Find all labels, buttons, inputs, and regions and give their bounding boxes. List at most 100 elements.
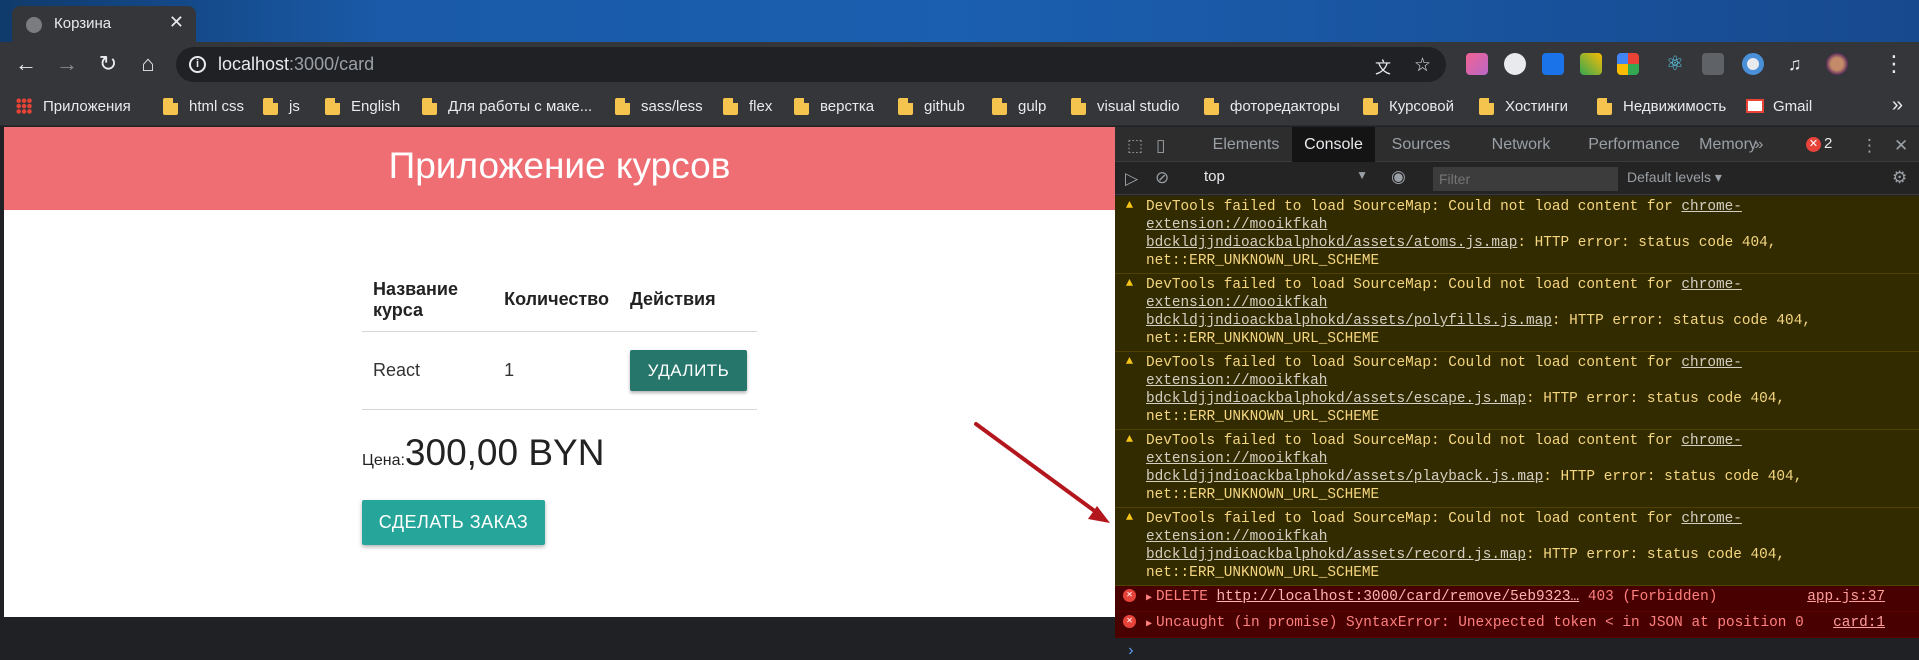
devtools-panel: ⬚ ▯ Elements Console Sources Network Perform…	[1115, 127, 1919, 660]
console-filter-input[interactable]	[1433, 167, 1618, 191]
delete-button[interactable]: УДАЛИТЬ	[630, 349, 747, 391]
warning-icon: ▲	[1125, 354, 1134, 368]
error-count[interactable]: 2	[1824, 135, 1832, 152]
tab-console[interactable]: Console	[1292, 127, 1375, 162]
forward-icon[interactable]: →	[53, 50, 81, 78]
reload-icon[interactable]: ↻	[94, 50, 122, 78]
console-settings-gear-icon[interactable]: ⚙	[1892, 168, 1907, 188]
error-icon: ✕	[1123, 615, 1136, 628]
bookmark-item[interactable]: html css	[163, 96, 244, 116]
warning-text: net::ERR_UNKNOWN_URL_SCHEME	[1146, 331, 1380, 347]
bookmark-label: Курсовой	[1389, 97, 1454, 115]
clear-console-icon[interactable]: ⊘	[1155, 168, 1169, 188]
chat-extension-icon[interactable]	[1504, 53, 1526, 75]
browser-tab[interactable]: Корзина ✕	[12, 6, 196, 42]
avatar[interactable]	[1826, 53, 1848, 75]
tab-elements[interactable]: Elements	[1207, 127, 1285, 162]
source-location-link[interactable]: card:1	[1833, 614, 1885, 632]
more-tabs-icon[interactable]: »	[1747, 127, 1771, 162]
bookmark-item[interactable]: gulp	[992, 96, 1046, 116]
folder-icon	[263, 97, 278, 115]
bookmark-label: Gmail	[1773, 97, 1813, 115]
expand-triangle-icon[interactable]: ▶	[1146, 593, 1152, 604]
address-text[interactable]: localhost:3000/card	[218, 54, 374, 75]
address-bar[interactable]: i localhost:3000/card 文 ☆	[176, 47, 1446, 82]
source-link[interactable]: bdckldjjndioackbalphokd/assets/escape.js…	[1146, 391, 1526, 407]
request-url-link[interactable]: http://localhost:3000/card/remove/5eb932…	[1216, 589, 1579, 605]
close-devtools-icon[interactable]: ✕	[1894, 136, 1908, 156]
source-link[interactable]: bdckldjjndioackbalphokd/assets/polyfills…	[1146, 313, 1552, 329]
react-devtools-icon[interactable]: ⚛	[1664, 53, 1686, 75]
devtools-tabbar: ⬚ ▯ Elements Console Sources Network Perform…	[1115, 127, 1919, 162]
translate-icon[interactable]: 文	[1375, 54, 1391, 78]
settings-menu-icon[interactable]: ⋮	[1861, 136, 1878, 156]
bookmark-item[interactable]: sass/less	[615, 96, 703, 116]
translate-extension-icon[interactable]	[1542, 53, 1564, 75]
device-toolbar-icon[interactable]: ▯	[1156, 136, 1165, 156]
eyedropper-extension-icon[interactable]	[1580, 53, 1602, 75]
tab-performance[interactable]: Performance	[1581, 127, 1687, 162]
console-error[interactable]: ✕ ▶ Uncaught (in promise) SyntaxError: Une…	[1115, 612, 1919, 638]
bookmark-item[interactable]: Приложения	[16, 96, 131, 116]
bookmark-label: html css	[189, 97, 245, 115]
bookmark-item[interactable]: js	[263, 96, 300, 116]
expand-triangle-icon[interactable]: ▶	[1146, 619, 1152, 630]
tab-sources[interactable]: Sources	[1377, 127, 1465, 162]
console-prompt[interactable]: ›	[1115, 638, 1919, 660]
warning-text: net::ERR_UNKNOWN_URL_SCHEME	[1146, 253, 1380, 269]
folder-icon	[794, 97, 809, 115]
back-icon[interactable]: ←	[12, 50, 40, 78]
console-output[interactable]: ▲ DevTools failed to load SourceMap: Coul…	[1115, 196, 1919, 660]
apps-grid-icon	[16, 98, 32, 114]
close-icon[interactable]: ✕	[169, 12, 184, 33]
bookmark-item[interactable]: фоторедакторы	[1204, 96, 1340, 116]
page-viewport: Приложение курсов Название курса Количес…	[4, 127, 1115, 617]
media-icon[interactable]: ♫	[1788, 53, 1810, 75]
more-bookmarks-icon[interactable]: »	[1892, 94, 1903, 117]
tab-title: Корзина	[54, 15, 112, 32]
source-link[interactable]: bdckldjjndioackbalphokd/assets/playback.…	[1146, 469, 1543, 485]
extension-icon[interactable]	[1742, 53, 1764, 75]
bookmarks-bar: Приложения html css js English Для работы с …	[0, 87, 1919, 126]
star-icon[interactable]: ☆	[1414, 54, 1431, 77]
sidebar-toggle-icon[interactable]: ▷	[1125, 169, 1138, 189]
course-name: React	[362, 331, 494, 410]
column-header: Количество	[493, 269, 619, 332]
bookmark-item[interactable]: Курсовой	[1363, 96, 1454, 116]
bookmark-item[interactable]: Хостинги	[1479, 96, 1568, 116]
bookmark-item[interactable]: github	[898, 96, 965, 116]
gmail-icon	[1746, 99, 1764, 113]
warning-text: : HTTP error: status code 404,	[1543, 469, 1803, 485]
extension-icon[interactable]	[1702, 53, 1724, 75]
bookmark-item[interactable]: English	[325, 96, 400, 116]
bookmark-label: github	[924, 97, 965, 115]
source-link[interactable]: bdckldjjndioackbalphokd/assets/record.js…	[1146, 547, 1526, 563]
extension-icon[interactable]	[1466, 53, 1488, 75]
bookmark-item[interactable]: Недвижимость	[1597, 96, 1726, 116]
source-location-link[interactable]: app.js:37	[1807, 588, 1885, 606]
bookmark-item[interactable]: верстка	[794, 96, 874, 116]
folder-icon	[1597, 97, 1612, 115]
warning-icon: ▲	[1125, 198, 1134, 212]
console-error[interactable]: ✕ ▶ DELETE http://localhost:3000/card/remo…	[1115, 586, 1919, 612]
live-expression-eye-icon[interactable]: ◉	[1391, 167, 1406, 187]
context-select[interactable]: top ▼	[1204, 168, 1374, 190]
error-badge-icon[interactable]: ✕	[1806, 137, 1821, 152]
log-levels-dropdown[interactable]: Default levels ▾	[1627, 169, 1722, 186]
bookmark-item[interactable]: visual studio	[1071, 96, 1180, 116]
source-link[interactable]: bdckldjjndioackbalphokd/assets/atoms.js.…	[1146, 235, 1517, 251]
warning-icon: ▲	[1125, 432, 1134, 446]
place-order-button[interactable]: СДЕЛАТЬ ЗАКАЗ	[362, 500, 545, 545]
menu-icon[interactable]: ⋮	[1883, 51, 1905, 77]
error-icon: ✕	[1123, 589, 1136, 602]
error-text: 403 (Forbidden)	[1579, 589, 1718, 605]
bookmark-item[interactable]: flex	[723, 96, 772, 116]
bookmark-item[interactable]: Для работы с маке...	[422, 96, 592, 116]
apps-extension-icon[interactable]	[1617, 53, 1639, 75]
home-icon[interactable]: ⌂	[134, 50, 162, 78]
bookmark-item[interactable]: Gmail	[1746, 96, 1812, 116]
info-icon[interactable]: i	[189, 56, 206, 73]
warning-text: DevTools failed to load SourceMap: Could…	[1146, 355, 1682, 371]
tab-network[interactable]: Network	[1473, 127, 1569, 162]
inspect-element-icon[interactable]: ⬚	[1127, 136, 1143, 156]
